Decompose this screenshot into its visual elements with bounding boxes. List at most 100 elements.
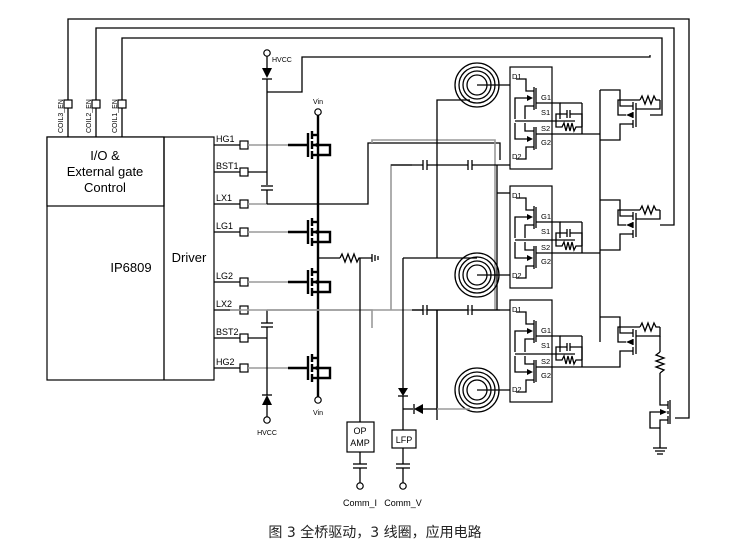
rc-top xyxy=(555,346,567,354)
body xyxy=(312,230,332,244)
switch-module-3: D1G1S1S2G2D2 xyxy=(509,299,600,403)
mosfet-ls1 xyxy=(288,218,332,246)
pin-label-s2: S2 xyxy=(541,124,550,133)
hvcc-bottom-label: HVCC xyxy=(257,430,277,437)
switch-module-2: D1G1S1S2G2D2 xyxy=(509,185,600,289)
pin-pad xyxy=(239,140,249,150)
coil1-en-pin xyxy=(117,99,127,109)
pin-pad xyxy=(239,227,249,237)
hvcc-top-label: HVCC xyxy=(272,57,292,64)
pin-pad xyxy=(239,333,249,343)
coils xyxy=(454,62,510,413)
gate-link xyxy=(636,210,661,220)
hvcc-top-terminal xyxy=(263,49,271,57)
arrow-icon xyxy=(313,229,319,235)
gate-driver-3 xyxy=(600,316,661,368)
coil3-en-label: COIL3_EN xyxy=(58,99,65,133)
pin-label-hg1: HG1 xyxy=(216,134,235,144)
hvcc-bottom-terminal xyxy=(263,416,271,424)
coil1-en-label: COIL1_EN xyxy=(112,99,119,133)
resistor-icon xyxy=(555,240,582,252)
body xyxy=(649,411,660,429)
diode-comm-v-icon xyxy=(398,388,408,396)
arrow-icon xyxy=(313,365,319,371)
comm-section: OP AMP Comm_I LFP Comm_V xyxy=(343,258,470,508)
chip-name: IP6809 xyxy=(110,260,151,275)
comm-i-terminal xyxy=(356,482,364,490)
comm-v-terminal xyxy=(399,482,407,490)
rc-top xyxy=(555,232,567,240)
pin-label-hg2: HG2 xyxy=(216,357,235,367)
pin-label-g1: G1 xyxy=(541,326,551,335)
mosfet-hs1 xyxy=(288,131,332,159)
gate-link xyxy=(636,100,661,110)
rc-top xyxy=(555,113,567,121)
op-amp-label-2: AMP xyxy=(350,438,370,448)
pin-label-lx1: LX1 xyxy=(216,193,232,203)
body xyxy=(312,280,332,294)
bootstrap-1: HVCC xyxy=(261,49,651,204)
diode-side-icon xyxy=(414,404,423,414)
comm-v-label: Comm_V xyxy=(384,498,422,508)
source xyxy=(659,419,668,448)
arrow-icon xyxy=(626,222,633,228)
bridge-mosfets xyxy=(288,131,332,382)
resistor-icon xyxy=(555,354,582,366)
source-lead xyxy=(600,350,633,368)
mosfet-ls2 xyxy=(288,268,332,296)
switch-modules: D1G1S1S2G2D2D1G1S1S2G2D2D1G1S1S2G2D2 xyxy=(509,66,600,403)
drain-lead xyxy=(600,316,633,334)
pin-label-bst2: BST2 xyxy=(216,327,239,337)
resistor-icon xyxy=(639,204,660,216)
io-label-2: External gate xyxy=(67,164,144,179)
vin-top-label: Vin xyxy=(313,99,323,106)
drain-lead xyxy=(600,199,633,217)
nmos-drain xyxy=(659,373,668,406)
diode-top-icon xyxy=(262,68,272,78)
pin-label-g1: G1 xyxy=(541,93,551,102)
body xyxy=(312,143,332,157)
body xyxy=(617,326,640,343)
arrow-icon xyxy=(626,112,633,118)
arrow-icon xyxy=(313,142,319,148)
figure-caption: 图 3 全桥驱动，3 线圈，应用电路 xyxy=(268,525,482,541)
circuit-diagram: COIL3_EN COIL2_EN COIL1_EN I/O & Externa… xyxy=(46,18,690,508)
vin-bottom-terminal xyxy=(314,396,322,404)
vin-top-terminal xyxy=(314,108,322,116)
driver-pins: HG1 BST1 LX1 LG1 LG2 LX2 BST2 HG2 xyxy=(214,134,300,373)
pin-label-bst1: BST1 xyxy=(216,161,239,171)
drain-lead xyxy=(600,89,633,107)
pin-pad xyxy=(239,199,249,209)
pin-pad xyxy=(239,277,249,287)
io-label-3: Control xyxy=(84,180,126,195)
source-lead xyxy=(600,233,633,251)
resistor-vertical-icon xyxy=(654,351,666,374)
pin-label-lg2: LG2 xyxy=(216,271,233,281)
lfp-label: LFP xyxy=(396,435,413,445)
gate-driver-2 xyxy=(600,199,661,251)
mosfet-hs2 xyxy=(288,354,332,382)
body xyxy=(617,209,640,226)
pin-label-g2: G2 xyxy=(541,257,551,266)
coil3-en-pin xyxy=(63,99,73,109)
arrow-icon xyxy=(660,409,667,415)
coil2-en-label: COIL2_EN xyxy=(86,99,93,133)
pin-pad xyxy=(239,363,249,373)
pin-label-g1: G1 xyxy=(541,212,551,221)
resistor-icon xyxy=(639,94,660,106)
pin-label-s2: S2 xyxy=(541,357,550,366)
pin-label-s1: S1 xyxy=(541,227,550,236)
op-amp-label-1: OP xyxy=(353,426,366,436)
arrow-icon xyxy=(313,279,319,285)
pin-label-s1: S1 xyxy=(541,108,550,117)
vin-bottom-label: Vin xyxy=(313,410,323,417)
resistor-icon xyxy=(639,321,660,333)
diode-bottom-icon xyxy=(262,395,272,405)
resistor-icon xyxy=(555,121,582,133)
arrow-icon xyxy=(626,339,633,345)
source-lead xyxy=(600,123,633,141)
driver-label: Driver xyxy=(172,250,207,265)
pin-label-g2: G2 xyxy=(541,371,551,380)
switch-module-1: D1G1S1S2G2D2 xyxy=(509,66,600,170)
gate-link xyxy=(636,327,661,337)
